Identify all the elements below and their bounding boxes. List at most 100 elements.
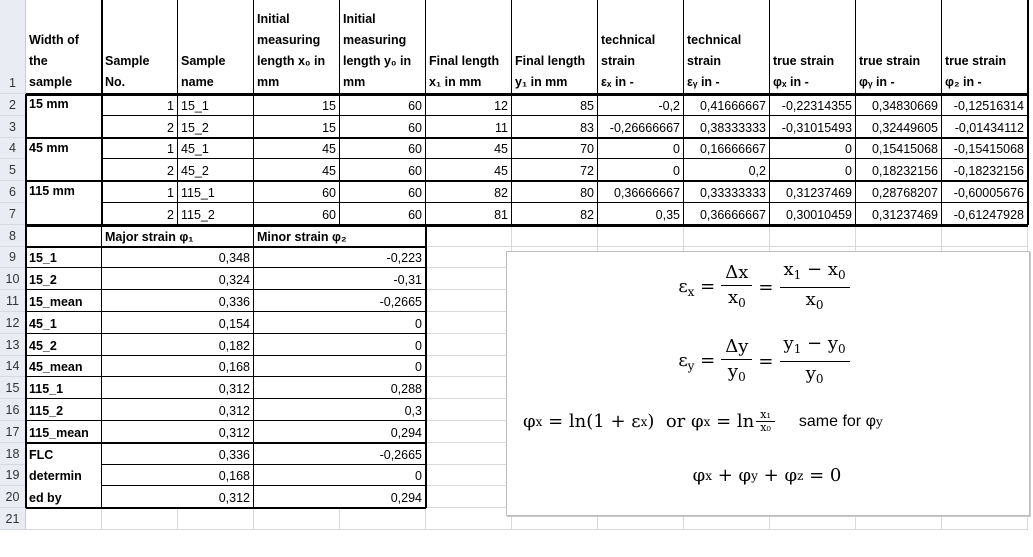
grid-cell[interactable] bbox=[770, 224, 856, 247]
summary-label[interactable]: 45_mean bbox=[26, 355, 102, 378]
cell-no[interactable]: 2 bbox=[102, 203, 178, 225]
summary-minor[interactable]: 0 bbox=[254, 333, 426, 356]
row-header[interactable]: 1 bbox=[0, 0, 26, 94]
cell-name[interactable]: 115_2 bbox=[178, 203, 254, 225]
summary-minor[interactable]: -0,2665 bbox=[254, 442, 426, 465]
row-header[interactable]: 17 bbox=[0, 421, 26, 443]
summary-major[interactable]: 0,312 bbox=[102, 421, 254, 443]
row-header[interactable]: 19 bbox=[0, 464, 26, 487]
summary-label[interactable]: ed by bbox=[26, 486, 102, 509]
grid-cell[interactable] bbox=[426, 399, 512, 421]
cell-px[interactable]: 0,30010459 bbox=[770, 203, 856, 225]
summary-label[interactable]: 115_1 bbox=[26, 377, 102, 400]
summary-minor[interactable]: 0 bbox=[254, 312, 426, 334]
summary-major[interactable]: 0,324 bbox=[102, 268, 254, 291]
column-header-tech-x[interactable]: technical strain εₓ in - bbox=[598, 0, 684, 94]
row-header[interactable]: 7 bbox=[0, 203, 26, 225]
cell-y0[interactable]: 60 bbox=[340, 159, 426, 182]
cell-y0[interactable]: 60 bbox=[340, 137, 426, 160]
cell-y0[interactable]: 60 bbox=[340, 203, 426, 225]
row-header[interactable]: 15 bbox=[0, 377, 26, 400]
cell-x0[interactable]: 15 bbox=[254, 115, 340, 138]
cell-no[interactable]: 1 bbox=[102, 94, 178, 116]
grid-cell[interactable] bbox=[426, 508, 512, 530]
grid-cell[interactable] bbox=[102, 508, 178, 530]
cell-px[interactable]: -0,31015493 bbox=[770, 115, 856, 138]
grid-cell[interactable] bbox=[942, 224, 1028, 247]
summary-minor[interactable]: -0,223 bbox=[254, 246, 426, 269]
cell-py[interactable]: 0,32449605 bbox=[856, 115, 942, 138]
grid-cell[interactable] bbox=[426, 486, 512, 509]
summary-minor[interactable]: 0 bbox=[254, 355, 426, 378]
grid-cell[interactable] bbox=[426, 268, 512, 291]
summary-minor[interactable]: 0,288 bbox=[254, 377, 426, 400]
grid-cell[interactable] bbox=[512, 224, 598, 247]
summary-major[interactable]: 0,182 bbox=[102, 333, 254, 356]
cell-x1[interactable]: 82 bbox=[426, 181, 512, 203]
row-header[interactable]: 18 bbox=[0, 442, 26, 465]
width-group-label[interactable]: 15 mm bbox=[26, 94, 102, 138]
summary-minor[interactable]: -0,31 bbox=[254, 268, 426, 291]
summary-label[interactable]: 45_2 bbox=[26, 333, 102, 356]
summary-minor[interactable]: 0,294 bbox=[254, 421, 426, 443]
cell-y1[interactable]: 85 bbox=[512, 94, 598, 116]
cell-x1[interactable]: 45 bbox=[426, 137, 512, 160]
summary-major[interactable]: 0,312 bbox=[102, 377, 254, 400]
row-header[interactable]: 6 bbox=[0, 181, 26, 203]
grid-cell[interactable] bbox=[598, 224, 684, 247]
summary-minor[interactable]: 0,294 bbox=[254, 486, 426, 509]
cell-ey[interactable]: 0,16666667 bbox=[684, 137, 770, 160]
cell-py[interactable]: 0,28768207 bbox=[856, 181, 942, 203]
row-header[interactable]: 20 bbox=[0, 486, 26, 509]
cell-pz[interactable]: -0,01434112 bbox=[942, 115, 1028, 138]
cell-name[interactable]: 15_1 bbox=[178, 94, 254, 116]
cell-py[interactable]: 0,18232156 bbox=[856, 159, 942, 182]
column-header-final-y[interactable]: Final length y₁ in mm bbox=[512, 0, 598, 94]
cell-pz[interactable]: -0,61247928 bbox=[942, 203, 1028, 225]
summary-label[interactable]: 15_2 bbox=[26, 268, 102, 291]
row-header[interactable]: 3 bbox=[0, 115, 26, 138]
cell-px[interactable]: 0 bbox=[770, 137, 856, 160]
cell-px[interactable]: 0,31237469 bbox=[770, 181, 856, 203]
summary-major[interactable]: 0,168 bbox=[102, 464, 254, 487]
cell-ex[interactable]: 0,36666667 bbox=[598, 181, 684, 203]
grid-cell[interactable] bbox=[426, 377, 512, 400]
cell-y1[interactable]: 82 bbox=[512, 203, 598, 225]
cell-x1[interactable]: 81 bbox=[426, 203, 512, 225]
grid-cell[interactable] bbox=[426, 355, 512, 378]
cell-py[interactable]: 0,34830669 bbox=[856, 94, 942, 116]
grid-cell[interactable] bbox=[426, 224, 512, 247]
cell-y0[interactable]: 60 bbox=[340, 115, 426, 138]
row-header[interactable]: 21 bbox=[0, 508, 26, 530]
cell-x1[interactable]: 12 bbox=[426, 94, 512, 116]
row-header[interactable]: 12 bbox=[0, 312, 26, 334]
cell-y0[interactable]: 60 bbox=[340, 94, 426, 116]
column-header-init-x[interactable]: Initial measuring length x₀ in mm bbox=[254, 0, 340, 94]
cell-ex[interactable]: -0,26666667 bbox=[598, 115, 684, 138]
cell-px[interactable]: -0,22314355 bbox=[770, 94, 856, 116]
summary-label[interactable]: FLC bbox=[26, 442, 102, 465]
summary-major[interactable]: 0,336 bbox=[102, 442, 254, 465]
column-header-sample-name[interactable]: Sample name bbox=[178, 0, 254, 94]
row-header[interactable]: 5 bbox=[0, 159, 26, 182]
summary-label[interactable]: 15_mean bbox=[26, 290, 102, 312]
cell-x0[interactable]: 60 bbox=[254, 181, 340, 203]
cell-y1[interactable]: 80 bbox=[512, 181, 598, 203]
grid-cell[interactable] bbox=[426, 312, 512, 334]
cell-x0[interactable]: 60 bbox=[254, 203, 340, 225]
summary-label[interactable]: 15_1 bbox=[26, 246, 102, 269]
grid-cell[interactable] bbox=[26, 508, 102, 530]
cell-ex[interactable]: -0,2 bbox=[598, 94, 684, 116]
column-header-width[interactable]: Width of the sample bbox=[26, 0, 102, 94]
cell-name[interactable]: 15_2 bbox=[178, 115, 254, 138]
column-header-true-z[interactable]: true strain φ₂ in - bbox=[942, 0, 1028, 94]
summary-major[interactable]: 0,168 bbox=[102, 355, 254, 378]
column-header-tech-y[interactable]: technical strain εᵧ in - bbox=[684, 0, 770, 94]
row-header[interactable]: 11 bbox=[0, 290, 26, 312]
column-header-true-y[interactable]: true strain φᵧ in - bbox=[856, 0, 942, 94]
cell-pz[interactable]: -0,15415068 bbox=[942, 137, 1028, 160]
cell-ex[interactable]: 0 bbox=[598, 137, 684, 160]
cell-y0[interactable]: 60 bbox=[340, 181, 426, 203]
cell-y1[interactable]: 72 bbox=[512, 159, 598, 182]
summary-major[interactable]: 0,312 bbox=[102, 399, 254, 421]
